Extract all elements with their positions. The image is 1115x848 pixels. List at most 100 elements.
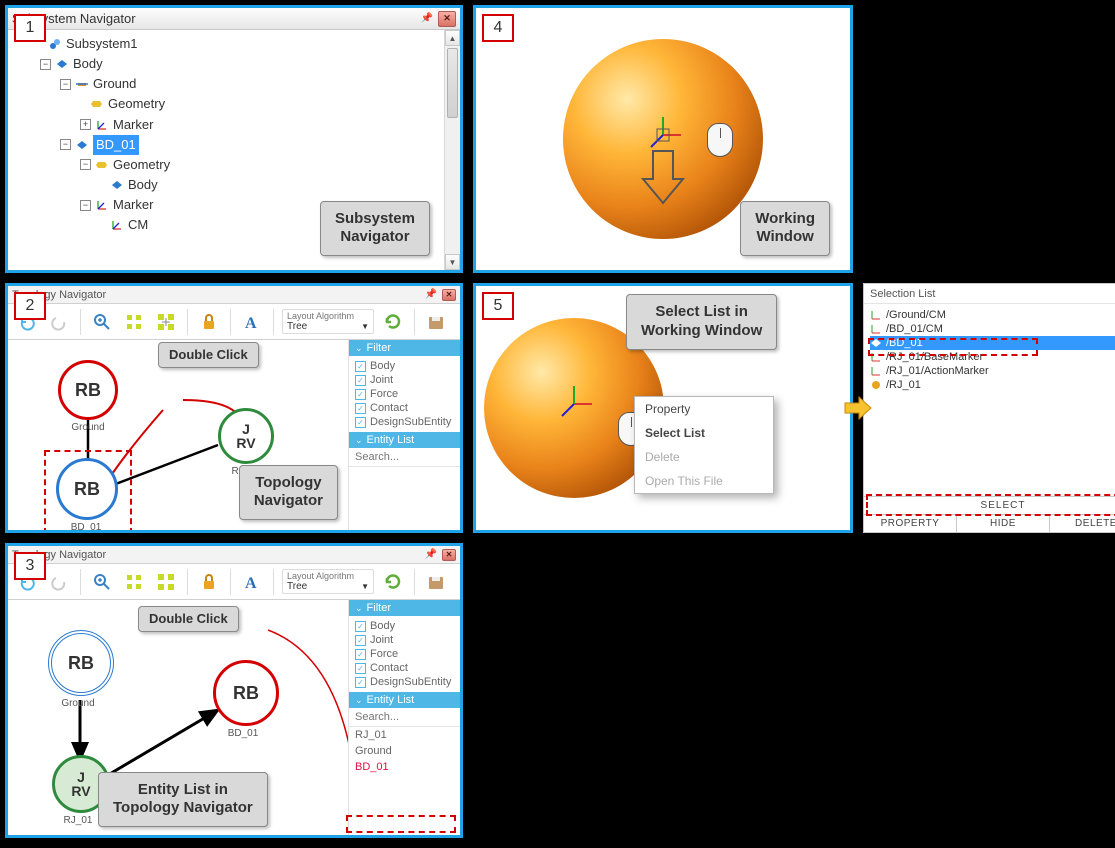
checkbox-icon[interactable]: ✓ <box>355 621 366 632</box>
tree-geometry2[interactable]: − Geometry <box>14 155 454 175</box>
filter-item[interactable]: ✓Body <box>355 619 454 633</box>
save-icon[interactable] <box>423 569 449 595</box>
refresh-icon[interactable] <box>380 569 406 595</box>
selection-item[interactable]: /RJ_01/ActionMarker <box>870 364 1115 378</box>
filter-item[interactable]: ✓Force <box>355 387 454 401</box>
ctx-property[interactable]: Property <box>635 397 773 421</box>
node-rb-bd01[interactable]: RB <box>213 660 279 726</box>
sphere-body[interactable] <box>563 39 763 239</box>
tree-geometry[interactable]: Geometry <box>14 94 454 114</box>
scroll-down-icon[interactable]: ▼ <box>445 254 460 270</box>
fit2-icon[interactable] <box>153 309 179 335</box>
refresh-icon[interactable] <box>380 309 406 335</box>
tree-root[interactable]: Subsystem1 <box>14 34 454 54</box>
entity-search[interactable]: ✕ <box>349 448 460 467</box>
checkbox-icon[interactable]: ✓ <box>355 649 366 660</box>
filter-item[interactable]: ✓Joint <box>355 373 454 387</box>
collapse-icon[interactable]: − <box>60 139 71 150</box>
layout-algorithm-dropdown[interactable]: Layout Algorithm Tree▼ <box>282 309 374 334</box>
ctx-selectlist[interactable]: Select List <box>635 421 773 445</box>
tree-marker[interactable]: + Marker <box>14 115 454 135</box>
scroll-up-icon[interactable]: ▲ <box>445 30 460 46</box>
filter-header[interactable]: ⌄Filter <box>349 340 460 356</box>
node-rb-bd01[interactable]: RB <box>56 458 118 520</box>
ctx-delete[interactable]: Delete <box>635 445 773 469</box>
close-icon[interactable]: ✕ <box>442 289 456 301</box>
collapse-icon[interactable]: − <box>40 59 51 70</box>
selection-item-selected[interactable]: /BD_01 <box>870 336 1115 350</box>
scroll-thumb[interactable] <box>447 48 458 118</box>
fit-icon[interactable] <box>121 569 147 595</box>
delete-button[interactable]: DELETE <box>1050 515 1115 532</box>
entity-item-bd01[interactable]: BD_01 <box>349 759 460 775</box>
tree-bd01[interactable]: − BD_01 <box>14 135 454 155</box>
checkbox-icon[interactable]: ✓ <box>355 389 366 400</box>
hide-button[interactable]: HIDE <box>957 515 1050 532</box>
pin-icon[interactable]: 📌 <box>420 12 434 26</box>
selection-item[interactable]: /BD_01/CM <box>870 322 1115 336</box>
filter-item[interactable]: ✓DesignSubEntity <box>355 675 454 689</box>
search-input[interactable] <box>353 450 463 464</box>
checkbox-icon[interactable]: ✓ <box>355 417 366 428</box>
close-icon[interactable]: ✕ <box>438 11 456 27</box>
tree-body2[interactable]: Body <box>14 175 454 195</box>
search-input[interactable] <box>353 710 463 724</box>
zoom-icon[interactable] <box>89 309 115 335</box>
lock-icon[interactable] <box>196 309 222 335</box>
tree-body[interactable]: − Body <box>14 54 454 74</box>
checkbox-icon[interactable]: ✓ <box>355 677 366 688</box>
scrollbar[interactable]: ▲ ▼ <box>444 30 460 270</box>
close-icon[interactable]: ✕ <box>442 549 456 561</box>
property-button[interactable]: PROPERTY <box>864 515 957 532</box>
lock-icon[interactable] <box>196 569 222 595</box>
checkbox-icon[interactable]: ✓ <box>355 635 366 646</box>
selection-label: /RJ_01 <box>886 379 921 391</box>
filter-item[interactable]: ✓Contact <box>355 661 454 675</box>
filter-item[interactable]: ✓Body <box>355 359 454 373</box>
filter-item[interactable]: ✓Force <box>355 647 454 661</box>
filter-item[interactable]: ✓Joint <box>355 633 454 647</box>
filter-item[interactable]: ✓DesignSubEntity <box>355 415 454 429</box>
collapse-icon[interactable]: − <box>80 159 91 170</box>
expand-icon[interactable]: + <box>80 119 91 130</box>
entity-header[interactable]: ⌄Entity List <box>349 692 460 708</box>
pin-icon[interactable]: 📌 <box>424 288 438 302</box>
filter-item[interactable]: ✓Contact <box>355 401 454 415</box>
selection-body: /Ground/CM /BD_01/CM /BD_01 /RJ_01/BaseM… <box>864 304 1115 496</box>
save-icon[interactable] <box>423 309 449 335</box>
entity-item[interactable]: RJ_01 <box>349 727 460 743</box>
collapse-icon[interactable]: − <box>80 200 91 211</box>
fit2-icon[interactable] <box>153 569 179 595</box>
node-caption: Ground <box>48 422 128 433</box>
font-icon[interactable]: A <box>239 569 265 595</box>
layout-algorithm-dropdown[interactable]: Layout Algorithm Tree▼ <box>282 569 374 594</box>
selection-item[interactable]: /Ground/CM <box>870 308 1115 322</box>
selection-item[interactable]: /RJ_01/BaseMarker <box>870 350 1115 364</box>
ctx-openfile[interactable]: Open This File <box>635 469 773 493</box>
font-icon[interactable]: A <box>239 309 265 335</box>
entity-item[interactable]: Ground <box>349 743 460 759</box>
checkbox-icon[interactable]: ✓ <box>355 403 366 414</box>
select-button[interactable]: SELECT <box>864 496 1115 514</box>
pin-icon[interactable]: 📌 <box>424 548 438 562</box>
marker-icon <box>870 309 882 321</box>
redo-icon[interactable] <box>46 309 72 335</box>
fit-icon[interactable] <box>121 309 147 335</box>
node-j-rv[interactable]: JRV <box>218 408 274 464</box>
node-rb-ground[interactable]: RB <box>58 360 118 420</box>
selection-item[interactable]: /RJ_01 <box>870 378 1115 392</box>
zoom-icon[interactable] <box>89 569 115 595</box>
redo-icon[interactable] <box>46 569 72 595</box>
layout-label: Layout Algorithm <box>287 571 369 581</box>
entity-header[interactable]: ⌄Entity List <box>349 432 460 448</box>
filter-header[interactable]: ⌄Filter <box>349 600 460 616</box>
collapse-icon[interactable]: − <box>60 79 71 90</box>
checkbox-icon[interactable]: ✓ <box>355 361 366 372</box>
entity-search[interactable]: ✕ <box>349 708 460 727</box>
tree-ground[interactable]: − Ground <box>14 74 454 94</box>
node-rb-ground[interactable]: RB <box>48 630 114 696</box>
body-icon <box>55 57 69 71</box>
checkbox-icon[interactable]: ✓ <box>355 375 366 386</box>
checkbox-icon[interactable]: ✓ <box>355 663 366 674</box>
subsystem-title: Subsystem Navigator <box>12 11 416 26</box>
